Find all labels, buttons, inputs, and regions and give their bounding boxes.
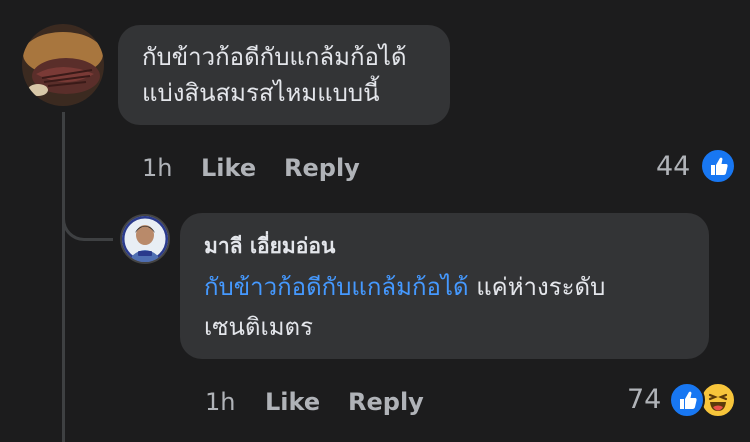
comment-bubble: กับข้าวก้อดีกับแกล้มก้อได้ แบ่งสินสมรสไห…: [118, 25, 450, 125]
like-button[interactable]: Like: [265, 388, 320, 416]
comment-bubble: มาลี เอี่ยมอ่อน กับข้าวก้อดีกับแกล้มก้อไ…: [180, 213, 709, 359]
reaction-count[interactable]: 74: [627, 384, 661, 415]
comment-actions: 1h Like Reply: [0, 154, 750, 186]
reaction-count[interactable]: 44: [656, 151, 690, 182]
reply-button[interactable]: Reply: [284, 154, 360, 182]
comment-text: กับข้าวก้อดีกับแกล้มก้อได้ แบ่งสินสมรสไห…: [142, 43, 407, 107]
comment-timestamp[interactable]: 1h: [142, 154, 172, 182]
thread-reply-connector: [62, 190, 113, 241]
comment-timestamp[interactable]: 1h: [205, 388, 235, 416]
haha-icon[interactable]: [700, 382, 736, 418]
like-icon[interactable]: [700, 148, 736, 184]
comment-author[interactable]: มาลี เอี่ยมอ่อน: [204, 230, 335, 263]
comment-text: กับข้าวก้อดีกับแกล้มก้อได้ แค่ห่างระดับเ…: [204, 267, 694, 347]
like-icon[interactable]: [669, 382, 705, 418]
avatar[interactable]: [22, 24, 104, 106]
mention-link[interactable]: กับข้าวก้อดีกับแกล้มก้อได้: [204, 273, 469, 301]
like-button[interactable]: Like: [201, 154, 256, 182]
avatar[interactable]: [120, 214, 170, 264]
reply-button[interactable]: Reply: [348, 388, 424, 416]
